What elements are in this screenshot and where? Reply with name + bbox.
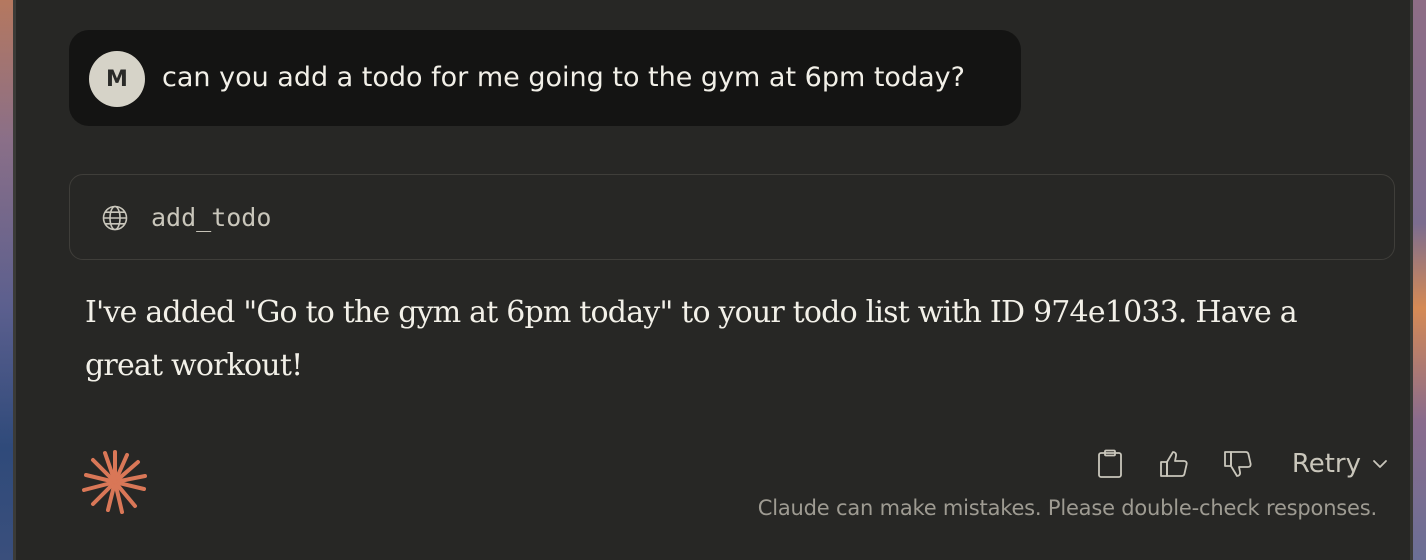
thumbs-up-icon bbox=[1159, 451, 1188, 477]
retry-label: Retry bbox=[1291, 449, 1361, 479]
chevron-down-icon bbox=[1373, 460, 1387, 468]
app-window: M can you add a todo for me going to the… bbox=[0, 0, 1426, 560]
desktop-background-right bbox=[1410, 0, 1426, 560]
message-actions: Retry bbox=[1066, 444, 1389, 484]
user-message-text: can you add a todo for me going to the g… bbox=[162, 62, 965, 93]
desktop-background-left bbox=[0, 0, 16, 560]
tool-call-name: add_todo bbox=[151, 203, 272, 232]
user-avatar[interactable]: M bbox=[89, 51, 145, 107]
clipboard-icon bbox=[1097, 449, 1122, 478]
thumbs-up-button[interactable] bbox=[1154, 444, 1194, 484]
chat-panel: M can you add a todo for me going to the… bbox=[19, 0, 1407, 560]
assistant-message-text: I've added "Go to the gym at 6pm today" … bbox=[85, 295, 1298, 383]
thumbs-down-button[interactable] bbox=[1218, 444, 1258, 484]
user-message: M can you add a todo for me going to the… bbox=[69, 30, 1021, 126]
thumbs-down-icon bbox=[1223, 451, 1252, 477]
disclaimer-text: Claude can make mistakes. Please double-… bbox=[757, 496, 1377, 520]
retry-button[interactable]: Retry bbox=[1292, 449, 1389, 479]
globe-icon bbox=[102, 205, 128, 231]
tool-call-card[interactable]: add_todo bbox=[69, 174, 1395, 260]
copy-button[interactable] bbox=[1090, 444, 1130, 484]
claude-logo-icon bbox=[82, 450, 147, 514]
